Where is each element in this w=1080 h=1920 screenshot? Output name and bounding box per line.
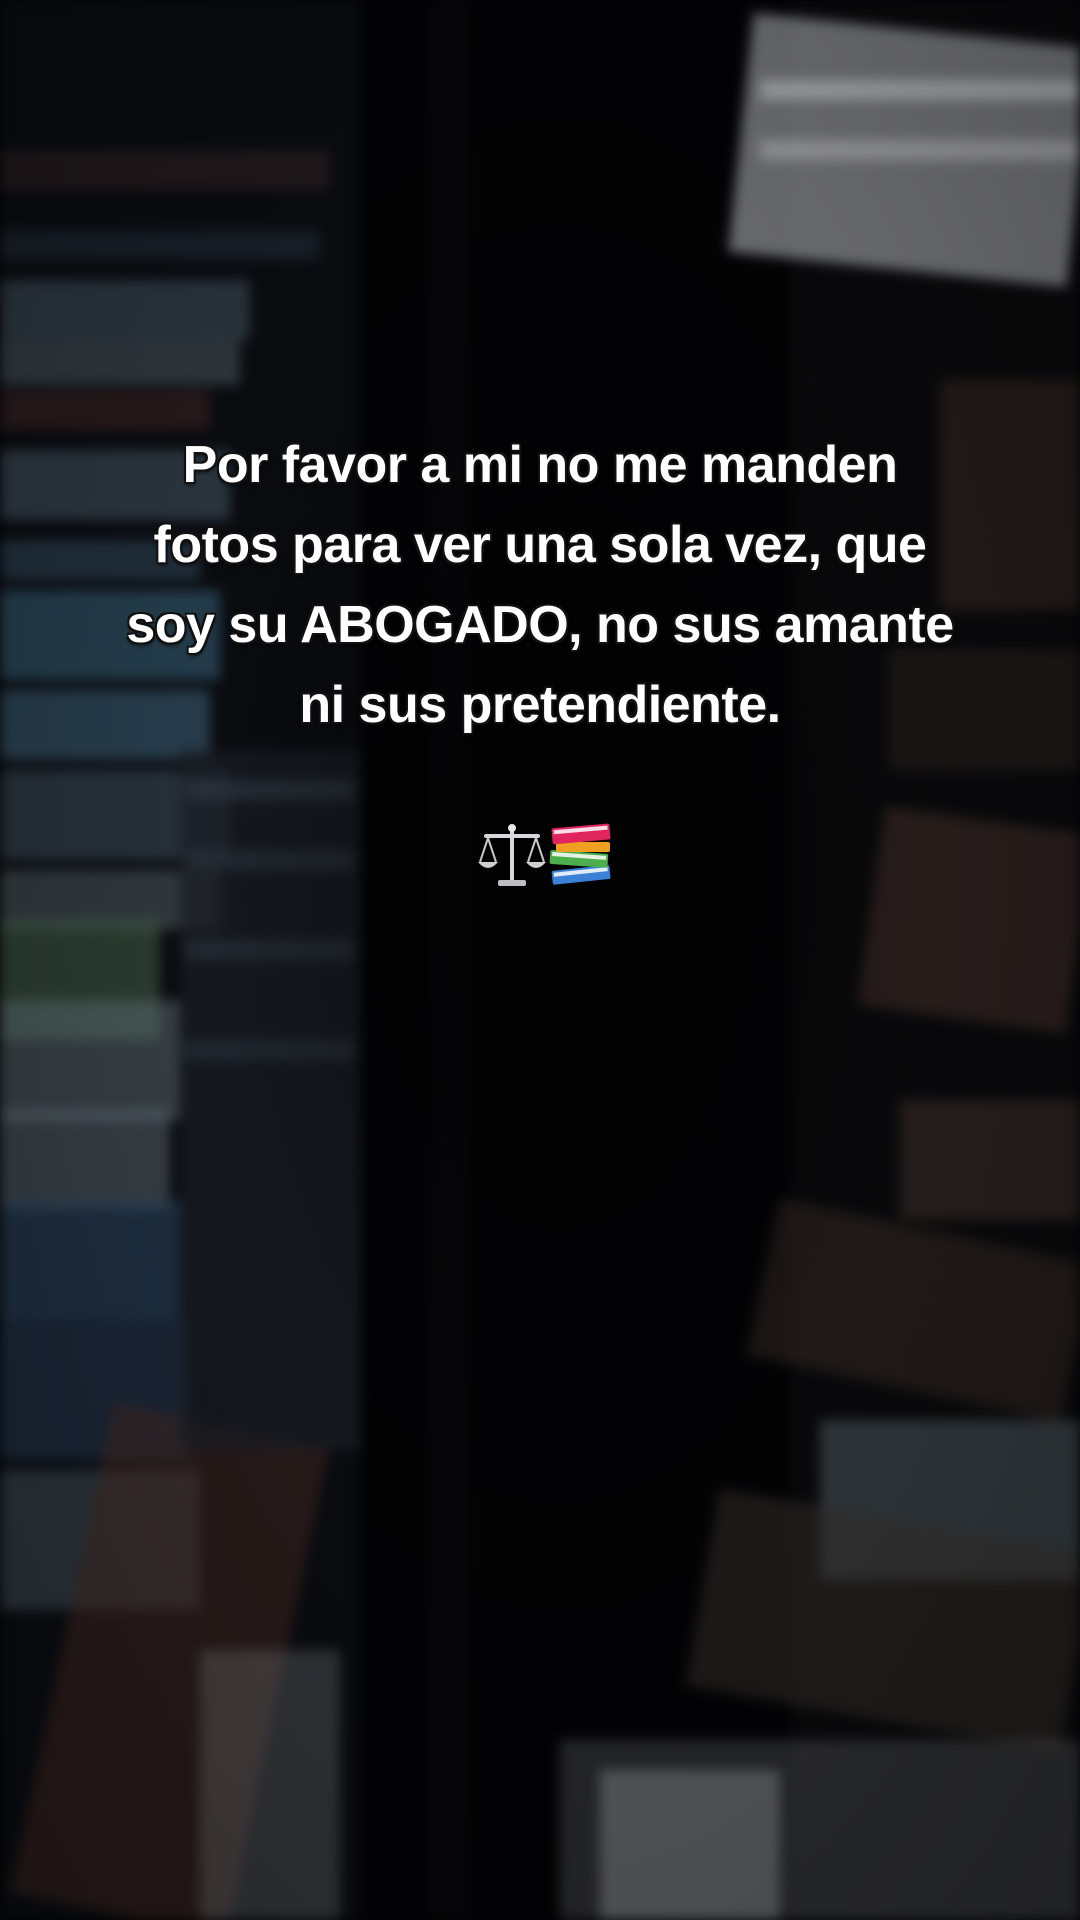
books-icon bbox=[549, 823, 611, 885]
emoji-row bbox=[0, 820, 1080, 900]
caption-line: soy su ABOGADO, no sus amante bbox=[126, 596, 954, 654]
scales-icon bbox=[478, 824, 546, 886]
caption-text: Por favor a mi no me manden fotos para v… bbox=[90, 425, 990, 745]
caption-line: Por favor a mi no me manden bbox=[182, 436, 898, 494]
dark-overlay bbox=[0, 0, 1080, 1920]
video-frame: Por favor a mi no me manden fotos para v… bbox=[0, 0, 1080, 1920]
caption-line: ni sus pretendiente. bbox=[299, 676, 781, 734]
caption-line: fotos para ver una sola vez, que bbox=[153, 516, 927, 574]
